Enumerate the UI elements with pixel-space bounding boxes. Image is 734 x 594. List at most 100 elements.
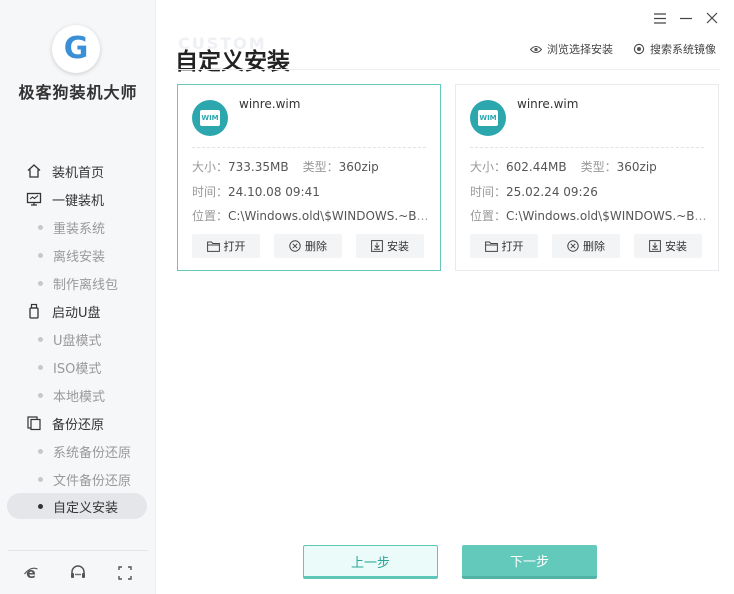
- header-divider: [175, 69, 720, 70]
- time-label: 时间：: [192, 185, 229, 199]
- bullet-icon: [38, 336, 43, 342]
- sidebar-item-label: 系统备份还原: [53, 445, 132, 461]
- sidebar-item-backup-restore[interactable]: 备份还原: [0, 409, 156, 437]
- delete-icon: [289, 240, 301, 252]
- sidebar-item-iso-mode[interactable]: ISO模式: [0, 353, 156, 381]
- sidebar-item-label: 自定义安装: [53, 500, 119, 516]
- time-value: 25.02.24 09:26: [506, 185, 598, 199]
- browse-install-label: 浏览选择安装: [547, 43, 613, 56]
- search-image-label: 搜索系统镜像: [650, 43, 716, 56]
- wim-badge-text: WIM: [200, 110, 220, 126]
- sidebar-nav: 装机首页 一键装机 重装系统 离线安装 制作离线包 启动U盘 U盘模式 ISO模…: [0, 157, 156, 519]
- sidebar-item-label: 本地模式: [53, 389, 106, 405]
- image-card[interactable]: WIM winre.wim 大小：733.35MB 类型：360zip 时间：24…: [177, 84, 441, 271]
- sidebar: G 极客狗装机大师 装机首页 一键装机 重装系统 离线安装 制作离线包 启动U盘…: [0, 0, 156, 594]
- open-label: 打开: [501, 240, 524, 253]
- size-label: 大小：: [470, 160, 507, 174]
- sidebar-item-boot-usb[interactable]: 启动U盘: [0, 297, 156, 325]
- sidebar-item-label: 离线安装: [53, 249, 106, 265]
- wim-file-icon: WIM: [192, 100, 228, 136]
- sidebar-item-make-offline-package[interactable]: 制作离线包: [0, 269, 156, 297]
- sidebar-item-offline-install[interactable]: 离线安装: [0, 241, 156, 269]
- window-controls: [652, 10, 720, 26]
- backup-icon: [25, 415, 42, 432]
- previous-step-button[interactable]: 上一步: [303, 545, 438, 579]
- size-type-row: 大小：733.35MB 类型：360zip: [192, 158, 379, 175]
- time-row: 时间：24.10.08 09:41: [192, 183, 320, 200]
- install-button[interactable]: 安装: [634, 234, 702, 258]
- open-button[interactable]: 打开: [192, 234, 260, 258]
- type-value: 360zip: [616, 160, 657, 174]
- wim-badge-text: WIM: [478, 110, 498, 126]
- sidebar-item-one-click-install[interactable]: 一键装机: [0, 185, 156, 213]
- next-step-button[interactable]: 下一步: [462, 545, 597, 579]
- location-value: C:\Windows.old\$WINDOWS.~BT...: [228, 209, 432, 223]
- browse-install-link[interactable]: 浏览选择安装: [530, 41, 613, 57]
- home-icon: [25, 163, 42, 180]
- page-title: 自定义安装: [175, 49, 290, 75]
- sidebar-item-label: 装机首页: [52, 165, 105, 181]
- ie-browser-icon[interactable]: e: [22, 564, 40, 582]
- sidebar-item-local-mode[interactable]: 本地模式: [0, 381, 156, 409]
- delete-button[interactable]: 删除: [274, 234, 342, 258]
- usb-icon: [25, 303, 42, 320]
- sidebar-item-file-backup-restore[interactable]: 文件备份还原: [0, 465, 156, 493]
- card-divider: [192, 147, 426, 148]
- location-value: C:\Windows.old\$WINDOWS.~BT...: [506, 209, 710, 223]
- menu-icon[interactable]: [652, 10, 668, 26]
- sidebar-footer: e: [8, 550, 148, 594]
- bullet-icon: [38, 392, 43, 398]
- card-actions: 打开 删除 安装: [470, 234, 702, 258]
- image-filename: winre.wim: [239, 97, 301, 111]
- install-label: 安装: [387, 240, 409, 253]
- size-value: 602.44MB: [506, 160, 567, 174]
- sidebar-item-system-backup-restore[interactable]: 系统备份还原: [0, 437, 156, 465]
- open-button[interactable]: 打开: [470, 234, 538, 258]
- install-button[interactable]: 安装: [356, 234, 424, 258]
- support-chat-icon[interactable]: [69, 564, 87, 582]
- logo-letter: G: [63, 31, 89, 66]
- size-type-row: 大小：602.44MB 类型：360zip: [470, 158, 657, 175]
- time-row: 时间：25.02.24 09:26: [470, 183, 598, 200]
- sidebar-item-usb-mode[interactable]: U盘模式: [0, 325, 156, 353]
- type-label: 类型：: [302, 160, 339, 174]
- delete-icon: [567, 240, 579, 252]
- app-name: 极客狗装机大师: [18, 83, 138, 102]
- eye-icon: [530, 45, 542, 54]
- type-label: 类型：: [580, 160, 617, 174]
- monitor-icon: [25, 191, 42, 208]
- close-icon[interactable]: [704, 10, 720, 26]
- sidebar-item-reinstall-system[interactable]: 重装系统: [0, 213, 156, 241]
- sidebar-item-home[interactable]: 装机首页: [0, 157, 156, 185]
- bullet-icon: [38, 224, 43, 230]
- sidebar-item-label: ISO模式: [53, 361, 102, 377]
- location-row: 位置：C:\Windows.old\$WINDOWS.~BT...: [470, 207, 710, 224]
- time-value: 24.10.08 09:41: [228, 185, 320, 199]
- header-links: 浏览选择安装 搜索系统镜像: [530, 41, 716, 57]
- sidebar-item-label: 启动U盘: [52, 305, 101, 321]
- sidebar-item-custom-install[interactable]: 自定义安装: [7, 493, 147, 519]
- fullscreen-icon[interactable]: [116, 564, 134, 582]
- folder-icon: [484, 241, 498, 252]
- size-value: 733.35MB: [228, 160, 289, 174]
- card-actions: 打开 删除 安装: [192, 234, 424, 258]
- bullet-icon: [38, 476, 43, 482]
- search-image-link[interactable]: 搜索系统镜像: [633, 41, 716, 57]
- size-label: 大小：: [192, 160, 229, 174]
- download-icon: [649, 240, 661, 252]
- sidebar-item-label: U盘模式: [53, 333, 102, 349]
- bullet-icon: [38, 448, 43, 454]
- delete-button[interactable]: 删除: [552, 234, 620, 258]
- sidebar-item-label: 制作离线包: [53, 277, 119, 293]
- bullet-icon: [38, 364, 43, 370]
- minimize-icon[interactable]: [678, 10, 694, 26]
- card-divider: [470, 147, 704, 148]
- image-card[interactable]: WIM winre.wim 大小：602.44MB 类型：360zip 时间：25…: [455, 84, 719, 271]
- wim-file-icon: WIM: [470, 100, 506, 136]
- location-label: 位置：: [470, 209, 507, 223]
- app-logo: G: [52, 25, 100, 73]
- type-value: 360zip: [338, 160, 379, 174]
- delete-label: 删除: [305, 240, 327, 253]
- location-label: 位置：: [192, 209, 229, 223]
- bullet-icon: [38, 503, 43, 509]
